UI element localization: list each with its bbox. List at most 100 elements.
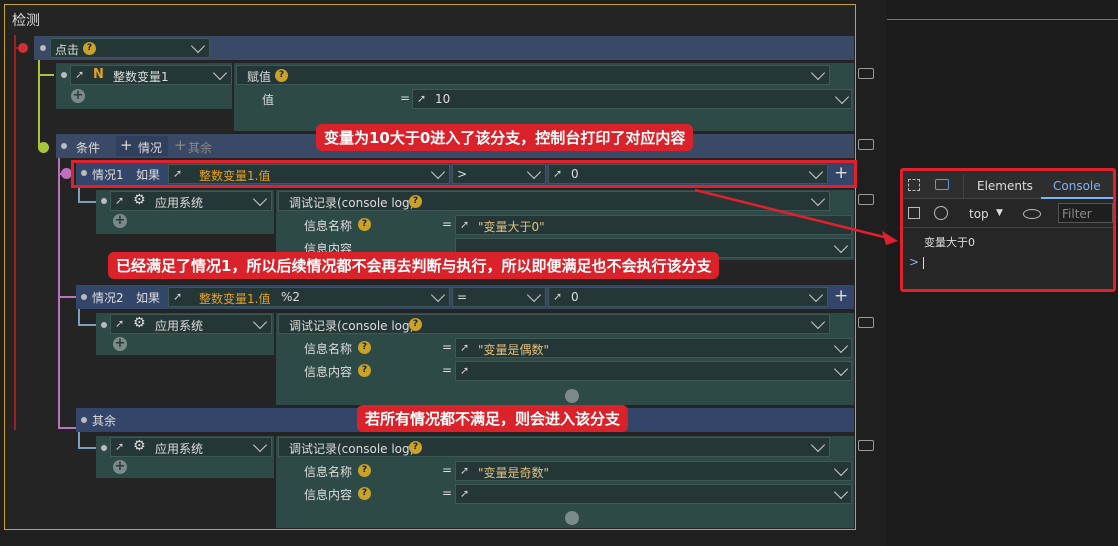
collapse-icon[interactable] (565, 511, 579, 525)
help-icon[interactable]: ? (83, 42, 96, 55)
chevron-down-icon (833, 484, 849, 500)
chart-icon[interactable] (858, 139, 874, 150)
clear-console-icon[interactable] (934, 206, 948, 220)
case2-var-select[interactable]: ➚ 整数变量1.值 %2 (168, 287, 450, 307)
add-icon[interactable]: + (71, 89, 85, 103)
chart-icon[interactable] (858, 68, 874, 79)
app-select-1[interactable]: ➚ ⚙ 应用系统 (110, 191, 272, 211)
click-label: 点击 (55, 43, 80, 57)
chart-icon[interactable] (858, 317, 874, 328)
info-name-input-2[interactable]: ➚ "变量是偶数" (455, 338, 852, 358)
help-icon[interactable]: ? (358, 364, 371, 377)
chevron-down-icon (834, 89, 850, 105)
case2-op-select[interactable]: = (452, 287, 546, 307)
node-dot (40, 45, 46, 51)
assign-value: 10 (435, 92, 451, 106)
cursor-icon: ➚ (417, 92, 427, 105)
help-icon[interactable]: ? (358, 341, 371, 354)
info-name-input-3[interactable]: ➚ "变量是奇数" (455, 461, 852, 481)
tab-console[interactable]: Console (1053, 179, 1101, 193)
node-dot (81, 417, 87, 423)
tab-elements[interactable]: Elements (977, 179, 1033, 193)
help-icon[interactable]: ? (358, 487, 371, 500)
case2-value-input[interactable]: ➚ 0 (548, 287, 828, 307)
inspect-icon[interactable] (908, 179, 920, 191)
log-label: 调试记录(console log) (289, 196, 415, 210)
wire (78, 447, 96, 449)
help-icon[interactable]: ? (358, 218, 371, 231)
equals-sign: = (442, 463, 453, 477)
highlight-case1 (71, 160, 857, 188)
filter-input[interactable]: Filter (1058, 203, 1113, 223)
cursor-icon: ➚ (460, 487, 470, 500)
wire (58, 158, 60, 428)
console-caret (923, 257, 924, 269)
divider (963, 175, 964, 199)
info-name-label: 信息名称 (304, 465, 353, 479)
info-content-label: 信息内容 (304, 365, 353, 379)
if-label: 如果 (136, 291, 161, 305)
node-dot (101, 445, 107, 451)
help-icon[interactable]: ? (275, 69, 288, 82)
case2-label: 情况2 (92, 291, 124, 305)
variable-select[interactable]: ➚ N 整数变量1 (70, 65, 232, 85)
annotation-case1-entered: 变量为10大于0进入了该分支，控制台打印了对应内容 (316, 124, 694, 151)
eye-icon[interactable] (1023, 209, 1041, 219)
wire (38, 54, 40, 149)
annotation-case2-skipped: 已经满足了情况1，所以后续情况都不会再去判断与执行，所以即便满足也不会执行该分支 (108, 252, 720, 279)
wire (58, 296, 76, 298)
app-label: 应用系统 (155, 442, 204, 456)
info-content-label: 信息内容 (304, 488, 353, 502)
chart-icon[interactable] (858, 440, 874, 451)
info-name-label: 信息名称 (304, 342, 353, 356)
plus-icon: + (120, 136, 133, 154)
collapse-icon[interactable] (565, 389, 579, 403)
chevron-down-icon (808, 287, 824, 303)
app-select-3[interactable]: ➚ ⚙ 应用系统 (110, 437, 272, 457)
equals-sign: = (442, 363, 453, 377)
add-icon[interactable]: + (113, 214, 127, 228)
log-select-3[interactable]: 调试记录(console log) ? (278, 437, 830, 457)
chevron-down-icon (526, 287, 542, 303)
assign-select[interactable]: 赋值 ? (236, 65, 830, 85)
add-icon[interactable]: + (113, 337, 127, 351)
click-select[interactable]: 点击 ? (50, 38, 210, 58)
chevron-down-icon (212, 65, 228, 81)
info-content-input-2[interactable]: ➚ (455, 361, 852, 381)
context-select[interactable]: top (969, 207, 989, 221)
cursor-icon: ➚ (115, 317, 125, 330)
chevron-down-icon (252, 191, 268, 207)
cursor-icon: ➚ (460, 464, 470, 477)
help-icon[interactable]: ? (409, 195, 422, 208)
help-icon[interactable]: ? (409, 441, 422, 454)
cursor-icon: ➚ (115, 440, 125, 453)
add-case-button[interactable]: + 情况 (116, 136, 168, 156)
pane-divider (887, 19, 1118, 20)
assign-value-input[interactable]: ➚ 10 (412, 89, 852, 109)
chevron-down-icon (190, 38, 206, 54)
add-condition-icon[interactable]: + (834, 286, 848, 306)
info-content-input-3[interactable]: ➚ (455, 484, 852, 504)
gear-icon: ⚙ (133, 192, 146, 208)
log-select-2[interactable]: 调试记录(console log) ? (278, 314, 830, 334)
cursor-icon: ➚ (460, 218, 470, 231)
help-icon[interactable]: ? (409, 318, 422, 331)
device-toolbar-icon[interactable] (935, 179, 949, 190)
sidebar-toggle-icon[interactable] (908, 207, 920, 219)
chevron-down-icon (810, 314, 826, 330)
variable-label: 整数变量1 (113, 70, 169, 84)
console-prompt[interactable]: > (909, 255, 919, 269)
chevron-down-icon (833, 461, 849, 477)
cursor-icon: ➚ (173, 290, 183, 303)
info-name-value: "变量是偶数" (478, 343, 550, 357)
cursor-icon: ➚ (75, 68, 85, 81)
add-icon[interactable]: + (113, 460, 127, 474)
node-dot (81, 294, 87, 300)
assign-label: 赋值 (247, 70, 272, 84)
gear-icon: ⚙ (133, 315, 146, 331)
help-icon[interactable]: ? (358, 464, 371, 477)
cursor-icon: ➚ (553, 290, 563, 303)
node-dot (101, 198, 107, 204)
add-else-button[interactable]: + 其余 (172, 136, 230, 156)
app-select-2[interactable]: ➚ ⚙ 应用系统 (110, 314, 272, 334)
